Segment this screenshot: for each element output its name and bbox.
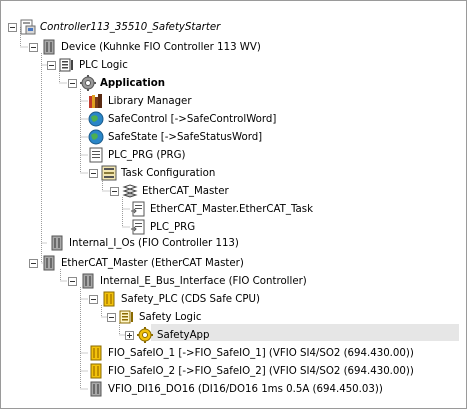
tree-node-fio-safeio-2[interactable]: FIO_SafeIO_2 [->FIO_SafeIO_2] (VFIO SI4/…	[88, 362, 414, 380]
collapse-toggle[interactable]	[68, 276, 77, 286]
tree-node-safety-logic[interactable]: Safety Logic	[107, 308, 201, 326]
tree-node-ethercat-master[interactable]: EtherCAT_Master (EtherCAT Master)	[29, 254, 244, 272]
device-icon	[43, 255, 55, 271]
library-books-icon	[89, 94, 102, 108]
globe-variable-icon	[88, 129, 104, 145]
tree-node-label: Internal_E_Bus_Interface (FIO Controller…	[100, 275, 307, 287]
tree-node-label: SafeControl [->SafeControlWord]	[108, 113, 277, 125]
plc-logic-icon	[119, 310, 133, 324]
safety-plc-icon	[90, 363, 102, 379]
collapse-toggle[interactable]	[8, 22, 17, 32]
device-icon	[51, 235, 63, 251]
device-icon	[43, 39, 55, 55]
task-configuration-icon	[101, 165, 117, 181]
tree-node-controller[interactable]: Controller113_35510_SafetyStarter	[8, 18, 220, 36]
tree-node-label: Safety_PLC (CDS Safe CPU)	[121, 293, 260, 305]
globe-variable-icon	[88, 111, 104, 127]
collapse-toggle[interactable]	[89, 168, 98, 178]
tree-node-label: VFIO_DI16_DO16 (DI16/DO16 1ms 0.5A (694.…	[108, 383, 383, 395]
tree-node-library-manager[interactable]: Library Manager	[88, 92, 192, 110]
tree-node-application[interactable]: Application	[68, 74, 165, 92]
tree-node-plc-prg[interactable]: PLC_PRG (PRG)	[88, 146, 185, 164]
tree-node-label: EtherCAT_Master.EtherCAT_Task	[150, 203, 313, 215]
tree-node-internal-ios[interactable]: Internal_I_Os (FIO Controller 113)	[49, 234, 239, 252]
tree-node-label: Internal_I_Os (FIO Controller 113)	[69, 237, 239, 249]
tree-node-fio-safeio-1[interactable]: FIO_SafeIO_1 [->FIO_SafeIO_1] (VFIO SI4/…	[88, 344, 414, 362]
tree-node-ethercat-task[interactable]: EtherCAT_Master.EtherCAT_Task	[130, 200, 313, 218]
plc-logic-icon	[59, 58, 73, 72]
device-icon	[90, 381, 102, 397]
task-call-icon	[131, 201, 145, 217]
tree-node-label: Safety Logic	[139, 311, 202, 323]
pou-document-icon	[89, 147, 103, 163]
tree-node-label: EtherCAT_Master (EtherCAT Master)	[61, 257, 244, 269]
tree-node-label: Device (Kuhnke FIO Controller 113 WV)	[61, 41, 261, 53]
tree-node-label: EtherCAT_Master	[142, 185, 229, 197]
tree-node-label: Controller113_35510_SafetyStarter	[40, 21, 221, 33]
tree-node-label: Library Manager	[108, 95, 192, 107]
device-tree: Controller113_35510_SafetyStarter Device…	[0, 0, 465, 407]
tree-node-label: Application	[100, 77, 165, 89]
tree-node-label: SafeState [->SafeStatusWord]	[108, 131, 263, 143]
tree-node-vfio-di16-do16[interactable]: VFIO_DI16_DO16 (DI16/DO16 1ms 0.5A (694.…	[88, 380, 383, 398]
collapse-toggle[interactable]	[107, 312, 116, 322]
expand-toggle[interactable]	[125, 330, 134, 340]
tree-node-task-configuration[interactable]: Task Configuration	[89, 164, 215, 182]
collapse-toggle[interactable]	[68, 78, 77, 88]
project-icon	[20, 19, 36, 35]
tree-node-label: FIO_SafeIO_1 [->FIO_SafeIO_1] (VFIO SI4/…	[108, 347, 414, 359]
tree-node-label: PLC_PRG (PRG)	[108, 149, 186, 161]
collapse-toggle[interactable]	[29, 258, 38, 268]
safety-plc-icon	[103, 291, 115, 307]
tree-node-safe-state[interactable]: SafeState [->SafeStatusWord]	[88, 128, 262, 146]
safety-plc-icon	[90, 345, 102, 361]
application-gear-icon	[80, 75, 96, 91]
tree-node-internal-ebus[interactable]: Internal_E_Bus_Interface (FIO Controller…	[68, 272, 307, 290]
collapse-toggle[interactable]	[29, 42, 38, 52]
tree-node-ethercat-task-group[interactable]: EtherCAT_Master	[110, 182, 229, 200]
collapse-toggle[interactable]	[110, 186, 119, 196]
tree-node-device[interactable]: Device (Kuhnke FIO Controller 113 WV)	[29, 38, 261, 56]
task-call-icon	[131, 219, 145, 235]
tree-node-safety-app[interactable]: SafetyApp	[125, 326, 210, 344]
tree-node-safe-control[interactable]: SafeControl [->SafeControlWord]	[88, 110, 276, 128]
tree-node-label: PLC_PRG	[150, 221, 196, 233]
task-icon	[122, 184, 138, 198]
device-icon	[82, 273, 94, 289]
tree-node-label: FIO_SafeIO_2 [->FIO_SafeIO_2] (VFIO SI4/…	[108, 365, 414, 377]
safety-app-gear-icon	[137, 327, 153, 343]
tree-node-label: PLC Logic	[79, 59, 128, 71]
tree-node-safety-plc[interactable]: Safety_PLC (CDS Safe CPU)	[89, 290, 260, 308]
collapse-toggle[interactable]	[89, 294, 98, 304]
collapse-toggle[interactable]	[47, 60, 56, 70]
tree-node-label: Task Configuration	[121, 167, 216, 179]
tree-node-plc-logic[interactable]: PLC Logic	[47, 56, 128, 74]
tree-node-label: SafetyApp	[157, 329, 210, 341]
